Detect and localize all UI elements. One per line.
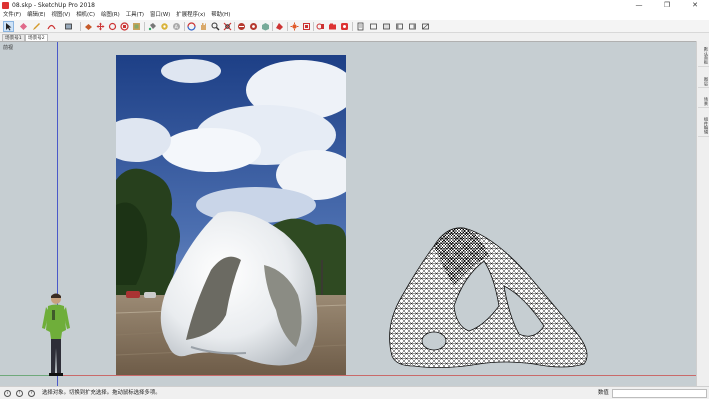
tray-tab-scenes[interactable]: 场景 [698,95,709,109]
window-controls: — ❐ ✕ [625,0,709,11]
text-tool-icon[interactable]: A [172,22,181,31]
measurements-input[interactable] [612,389,707,398]
toolbar-separator [184,22,185,31]
front-view-icon[interactable] [382,22,391,31]
scene-tab-2[interactable]: 场景号2 [25,34,48,41]
menu-tools[interactable]: 工具(T) [123,11,147,20]
toolbar-separator [80,22,81,31]
toolbar-separator [352,22,353,31]
style-tool-icon[interactable] [275,22,284,31]
zoom-extents-tool-icon[interactable] [223,22,232,31]
tray-tab-components[interactable]: 组件编辑 [698,115,709,137]
toolbar-separator [234,22,235,31]
scale-figure-person[interactable] [40,292,72,378]
menu-view[interactable]: 视图(V) [49,11,74,20]
tray-tab-layers[interactable]: 图层 [698,75,709,89]
menu-camera[interactable]: 相机(C) [73,11,98,20]
shadow-tool-icon[interactable] [290,22,299,31]
scene-tab-1[interactable]: 场景号1 [2,34,25,41]
default-tray: 默认面板 图层 场景 组件编辑 [696,41,709,386]
scenes-tool-icon[interactable] [328,22,337,31]
warehouse-tool-icon[interactable] [237,22,246,31]
extension-warehouse-tool-icon[interactable] [249,22,258,31]
menu-draw[interactable]: 绘图(R) [98,11,123,20]
measurements-label: 数值 [598,390,609,396]
menu-file[interactable]: 文件(F) [0,11,24,20]
rectangle-tool-icon[interactable] [64,22,73,31]
menu-extensions[interactable]: 扩展程序(x) [173,11,208,20]
move-tool-icon[interactable] [96,22,105,31]
help-icon[interactable]: ? [28,390,35,397]
geo-location-icon[interactable]: i [4,390,11,397]
eraser-tool-icon[interactable] [19,22,28,31]
tape-measure-tool-icon[interactable] [160,22,169,31]
view-name-label: 前视 [3,45,14,51]
right-view-icon[interactable] [395,22,404,31]
section-plane-tool-icon[interactable] [316,22,325,31]
close-button[interactable]: ✕ [681,0,709,11]
arc-tool-icon[interactable] [47,22,56,31]
orbit-tool-icon[interactable] [187,22,196,31]
left-view-icon[interactable] [421,22,430,31]
iso-view-icon[interactable] [356,22,365,31]
scale-tool-icon[interactable] [120,22,129,31]
sketchup-logo-icon [2,2,9,9]
select-tool-icon[interactable] [3,21,14,32]
sketchup-window: 08.skp - SketchUp Pro 2018 — ❐ ✕ 文件(F) 编… [0,0,709,399]
toolbar-separator [272,22,273,31]
pan-tool-icon[interactable] [199,22,208,31]
status-message: 选择对象。切换到扩充选择。拖动鼠标选择多项。 [42,390,161,396]
maximize-button[interactable]: ❐ [653,0,681,11]
menu-bar: 文件(F) 编辑(E) 视图(V) 相机(C) 绘图(R) 工具(T) 窗口(W… [0,11,709,20]
window-title: 08.skp - SketchUp Pro 2018 [12,2,95,9]
outliner-tool-icon[interactable] [340,22,349,31]
top-view-icon[interactable] [369,22,378,31]
menu-help[interactable]: 帮助(H) [208,11,233,20]
mesh-sculpture-model[interactable] [384,216,592,370]
info-icon[interactable]: ! [16,390,23,397]
title-bar: 08.skp - SketchUp Pro 2018 — ❐ ✕ [0,0,709,11]
drawing-viewport[interactable]: 前视 [0,41,696,386]
menu-edit[interactable]: 编辑(E) [24,11,48,20]
scene-tabs-bar: 场景号1 场景号2 [0,33,709,41]
pencil-tool-icon[interactable] [32,22,41,31]
sculpture-photo[interactable] [116,55,346,375]
svg-text:A: A [175,25,179,31]
main-toolbar: A [0,20,709,33]
minimize-button[interactable]: — [625,0,653,11]
toolbar-separator [287,22,288,31]
layer-tool-icon[interactable] [302,22,311,31]
menu-window[interactable]: 窗口(W) [147,11,173,20]
toolbar-separator [313,22,314,31]
paint-bucket-tool-icon[interactable] [148,22,157,31]
component-tool-icon[interactable] [261,22,270,31]
status-bar: i ! ? 选择对象。切换到扩充选择。拖动鼠标选择多项。 数值 [0,386,709,399]
red-axis [57,375,696,376]
tray-tab-default[interactable]: 默认面板 [698,45,709,67]
back-view-icon[interactable] [408,22,417,31]
offset-tool-icon[interactable] [132,22,141,31]
zoom-tool-icon[interactable] [211,22,220,31]
toolbar-separator [144,22,145,31]
rotate-tool-icon[interactable] [108,22,117,31]
push-pull-tool-icon[interactable] [84,22,93,31]
